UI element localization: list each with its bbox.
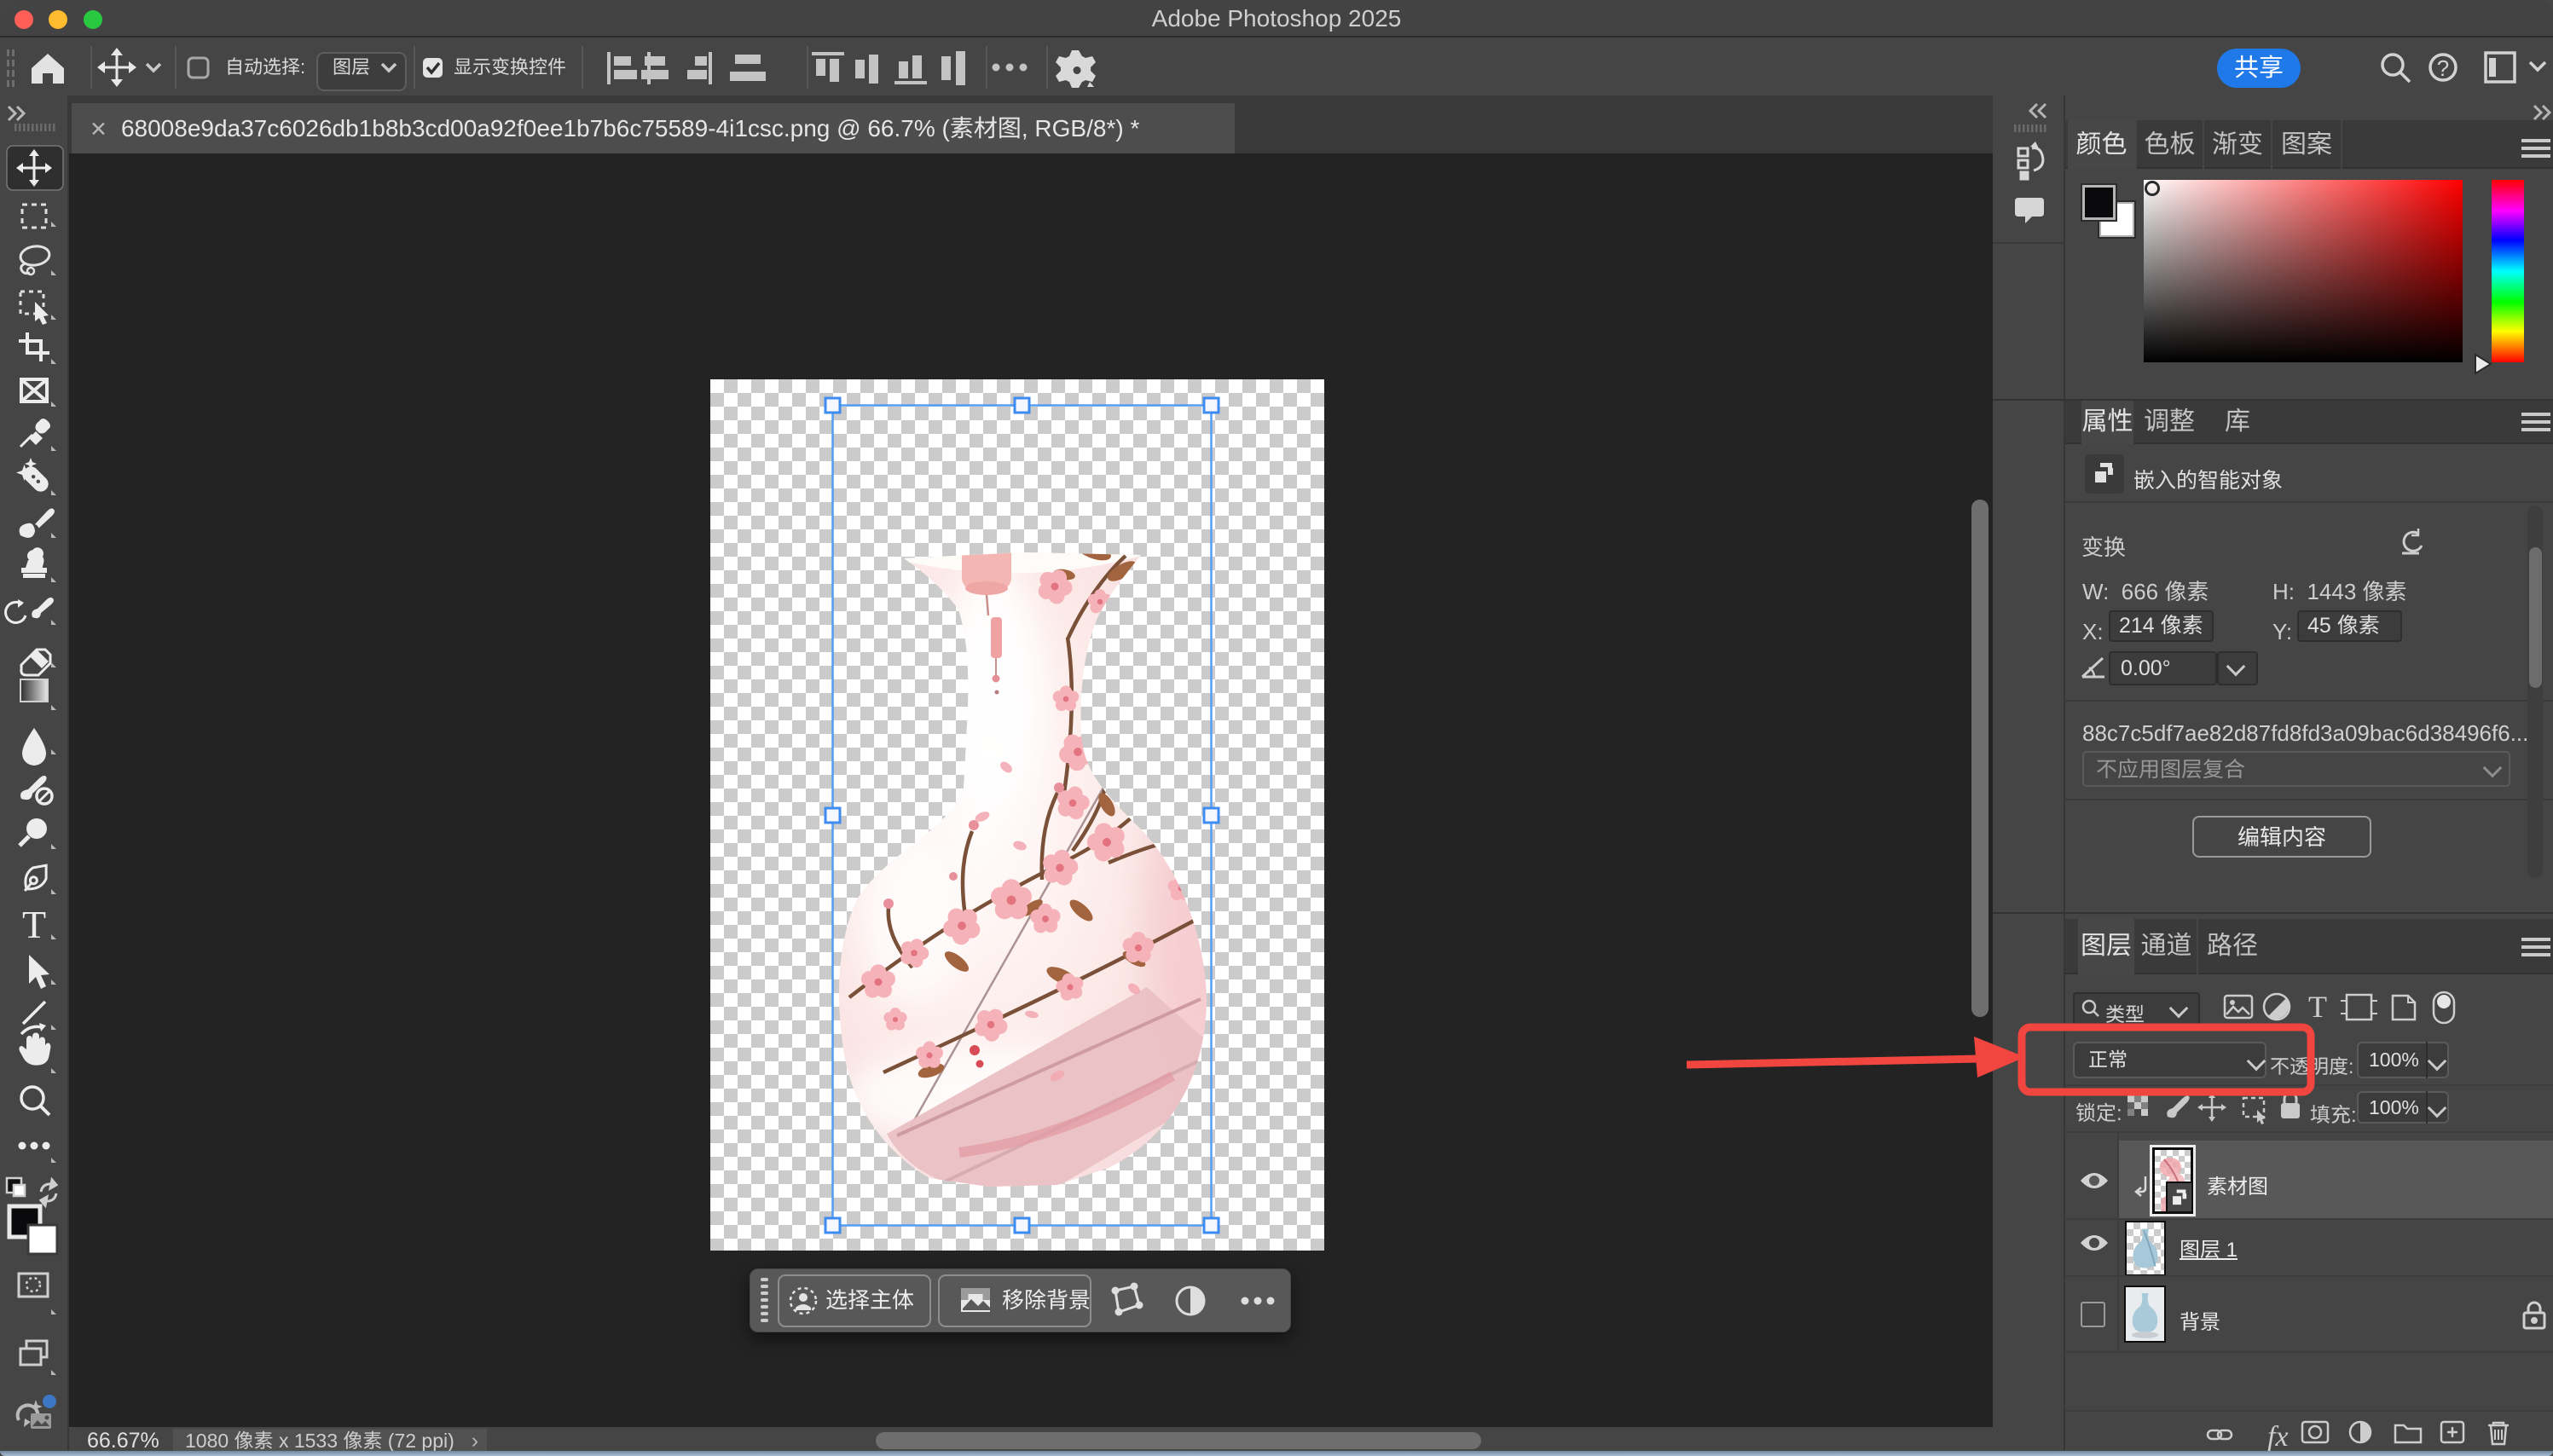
svg-text:T: T xyxy=(22,903,46,946)
svg-text:fx: fx xyxy=(2267,1421,2289,1453)
svg-text:T: T xyxy=(2308,990,2327,1024)
svg-text:?: ? xyxy=(2437,55,2449,81)
